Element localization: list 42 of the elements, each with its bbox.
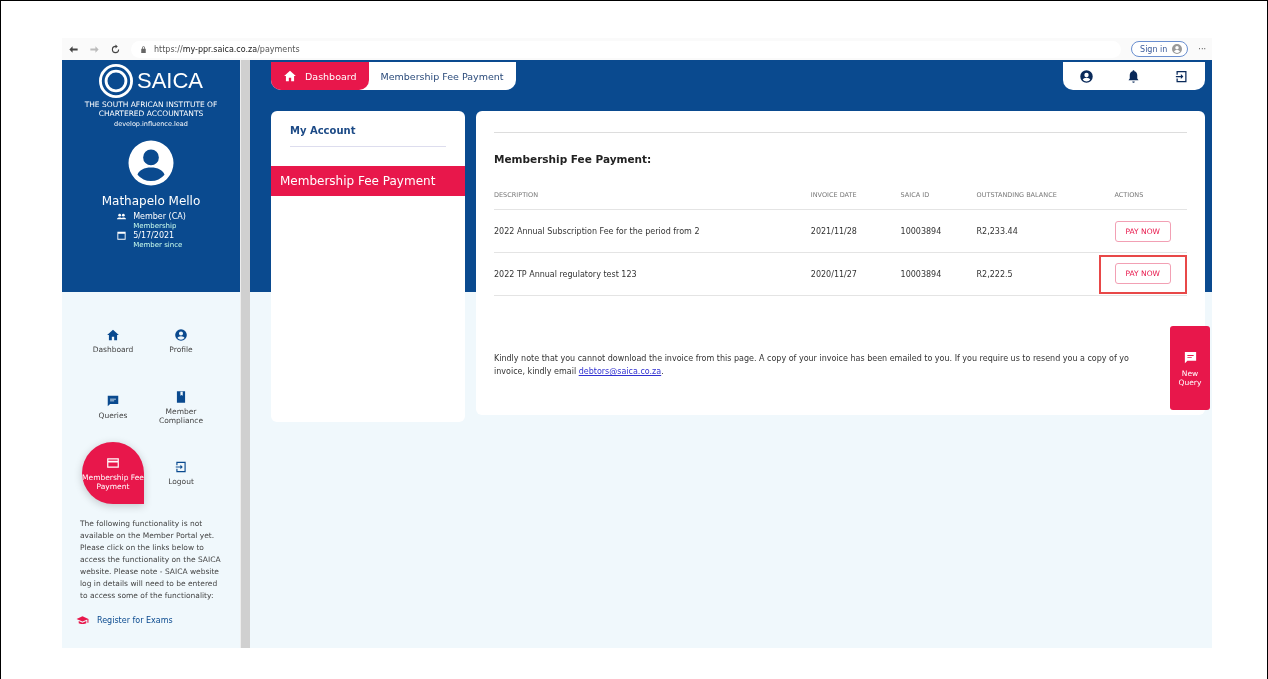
back-icon xyxy=(68,43,79,55)
table-cell: 10003894 xyxy=(900,269,942,279)
calendar-icon xyxy=(116,230,128,241)
card-icon xyxy=(106,455,120,470)
avatar-icon xyxy=(1171,43,1184,55)
lock-icon xyxy=(139,44,148,54)
section-title: Membership Fee Payment: xyxy=(494,153,653,165)
home-icon xyxy=(106,328,120,342)
table-cell: 2022 TP Annual regulatory test 123 xyxy=(494,269,637,279)
profile-icon xyxy=(1079,68,1095,84)
account-menu-title: My Account xyxy=(290,111,446,147)
scrollbar[interactable] xyxy=(240,60,250,648)
forward-icon xyxy=(89,43,100,55)
group-icon xyxy=(116,211,128,222)
table-cell: 2022 Annual Subscription Fee for the period from 2 xyxy=(494,226,700,236)
chat-icon xyxy=(1182,349,1198,365)
table-cell: 2020/11/27 xyxy=(810,269,857,279)
breadcrumb-item[interactable]: Membership Fee Payment xyxy=(368,62,516,90)
member-since-value: 5/17/2021 xyxy=(133,231,176,240)
user-name: Mathapelo Mello xyxy=(101,194,201,208)
membership-value: Member (CA) xyxy=(133,212,186,221)
logout-icon xyxy=(1173,68,1189,84)
table-cell: 2021/11/28 xyxy=(810,226,857,236)
note-text: Kindly note that you cannot download the invoice from this page. A copy of your invoice has been emailed to you. If you require us to resend you a copy of yo xyxy=(494,353,1130,365)
more-icon[interactable]: ··· xyxy=(1198,44,1206,54)
table-cell: R2,222.5 xyxy=(976,269,1013,279)
chat-icon xyxy=(106,394,120,408)
sign-in-button[interactable]: Sign in xyxy=(1131,41,1189,57)
external-link[interactable]: Register for Exams xyxy=(97,616,173,625)
logout-icon xyxy=(174,460,188,474)
logo-name: SAICA xyxy=(137,68,203,94)
logo-emblem-icon xyxy=(99,64,133,98)
home-icon xyxy=(283,69,297,83)
table-cell: 10003894 xyxy=(900,226,942,236)
book-icon xyxy=(174,389,188,404)
graduation-cap-icon xyxy=(76,614,89,627)
breadcrumb-item[interactable]: Dashboard xyxy=(271,62,369,90)
table-cell: R2,233.44 xyxy=(976,226,1018,236)
reload-icon xyxy=(110,43,121,55)
account-menu-item[interactable]: Membership Fee Payment xyxy=(271,166,465,196)
url-text: https://my-ppr.saica.co.za/payments xyxy=(154,44,300,54)
address-bar[interactable]: https://my-ppr.saica.co.za/payments xyxy=(131,40,1122,58)
